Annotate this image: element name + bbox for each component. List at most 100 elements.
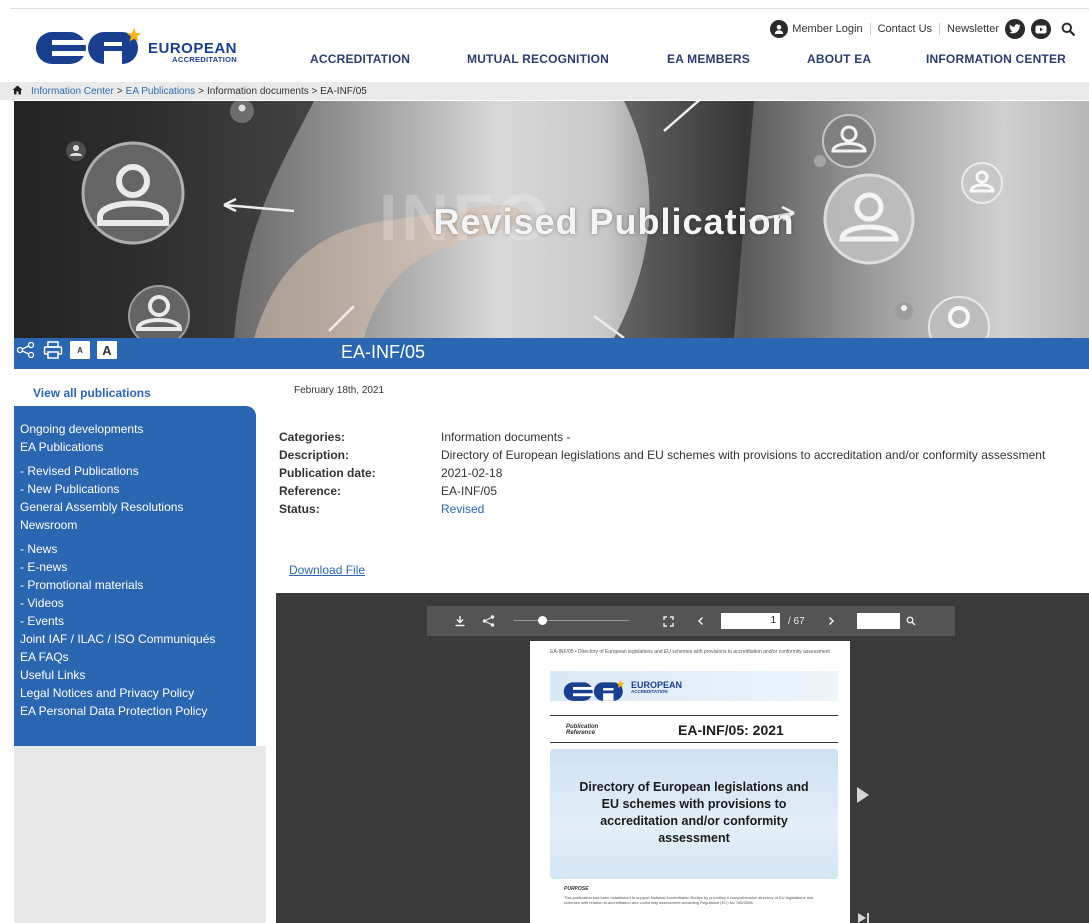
pdf-reference-label: Publication Reference	[566, 724, 599, 736]
utility-separator	[869, 23, 871, 35]
sidebar-item-legal-notices[interactable]: Legal Notices and Privacy Policy	[20, 684, 256, 702]
sidebar-item-ea-publications[interactable]: EA Publications	[20, 438, 256, 456]
download-icon[interactable]	[454, 606, 466, 636]
title-bar	[14, 338, 1089, 369]
sidebar-item-data-protection-policy[interactable]: EA Personal Data Protection Policy	[20, 702, 256, 720]
pdf-reference-row: Publication Reference EA-INF/05: 2021	[550, 715, 838, 743]
newsletter-link[interactable]: Newsletter	[947, 23, 999, 35]
sidebar-item-promotional-materials[interactable]: - Promotional materials	[20, 576, 256, 594]
total-pages: / 67	[788, 615, 805, 627]
nav-accreditation[interactable]: ACCREDITATION	[310, 52, 410, 66]
top-divider	[10, 8, 1089, 9]
logo-line2: ACCREDITATION	[172, 54, 238, 64]
search-icon[interactable]	[906, 606, 916, 636]
pdf-reference-value: EA-INF/05: 2021	[678, 722, 784, 738]
pdf-ea-logo-mark	[563, 680, 625, 701]
pdf-page: EA-INF/05 • Directory of European legisl…	[530, 641, 850, 923]
meta-value-categories: Information documents -	[441, 430, 571, 444]
meta-label: Status:	[279, 502, 320, 516]
pdf-document-title: Directory of European legislations and E…	[579, 780, 809, 845]
sidebar-item-revised-publications[interactable]: - Revised Publications	[20, 462, 256, 480]
pdf-logo-line2: ACCREDITATION	[631, 689, 668, 694]
breadcrumb-separator: >	[116, 85, 123, 97]
breadcrumb-ea-publications[interactable]: EA Publications	[126, 86, 196, 97]
meta-row-reference: Reference: EA-INF/05	[279, 482, 1061, 500]
font-increase-button[interactable]: A	[97, 341, 117, 359]
meta-value-description: Directory of European legislations and E…	[441, 448, 1046, 462]
zoom-slider-thumb[interactable]	[538, 616, 547, 625]
next-page-icon[interactable]	[828, 606, 835, 636]
breadcrumb: Information Center > EA Publications > I…	[0, 82, 1089, 100]
meta-row-categories: Categories: Information documents -	[279, 428, 1061, 446]
meta-row-description: Description: Directory of European legis…	[279, 446, 1061, 464]
pdf-purpose-text: This publication has been established to…	[564, 895, 814, 905]
sidebar-item-general-assembly-resolutions[interactable]: General Assembly Resolutions	[20, 498, 256, 516]
print-icon[interactable]	[43, 341, 63, 359]
nav-information-center[interactable]: INFORMATION CENTER	[926, 52, 1066, 66]
pdf-logo-wordmark: EUROPEAN ACCREDITATION	[631, 681, 682, 695]
sidebar-footer-area	[14, 746, 266, 923]
meta-label: Publication date:	[279, 466, 376, 480]
contact-us-link[interactable]: Contact Us	[878, 23, 932, 35]
hero-title: Revised Publication	[433, 201, 795, 242]
member-login-link[interactable]: Member Login	[792, 23, 862, 35]
breadcrumb-separator: >	[198, 85, 205, 97]
user-icon[interactable]	[770, 20, 789, 38]
sidebar-item-events[interactable]: - Events	[20, 612, 256, 630]
font-decrease-button[interactable]: A	[70, 341, 90, 359]
sidebar-item-news[interactable]: - News	[20, 540, 256, 558]
ea-logo-wordmark: EUROPEAN ACCREDITATION	[148, 41, 237, 64]
meta-label: Description:	[279, 448, 350, 462]
nav-mutual-recognition[interactable]: MUTUAL RECOGNITION	[467, 52, 609, 66]
sidebar-item-ea-faqs[interactable]: EA FAQs	[20, 648, 256, 666]
prev-page-icon[interactable]	[697, 606, 704, 636]
last-page-arrow-icon[interactable]	[857, 911, 871, 923]
page-tools: A A	[16, 341, 117, 359]
meta-value-status[interactable]: Revised	[441, 500, 1061, 518]
utility-bar: Member Login Contact Us Newsletter	[770, 19, 1075, 39]
publication-date-line: February 18th, 2021	[294, 385, 385, 396]
youtube-icon[interactable]	[1031, 19, 1051, 39]
share-icon[interactable]	[16, 341, 36, 359]
sidebar-item-useful-links[interactable]: Useful Links	[20, 666, 256, 684]
twitter-icon[interactable]	[1005, 19, 1025, 39]
breadcrumb-information-center[interactable]: Information Center	[31, 86, 114, 97]
share-icon[interactable]	[482, 606, 495, 636]
page-title: EA-INF/05	[341, 342, 426, 362]
pdf-search-input[interactable]	[857, 613, 900, 629]
breadcrumb-current: Information documents > EA-INF/05	[207, 85, 367, 97]
pdf-viewer-toolbar: 1 / 67	[427, 606, 955, 636]
meta-value-reference: EA-INF/05	[441, 484, 498, 498]
meta-row-status: Status: Revised	[279, 500, 1061, 518]
sidebar-item-newsroom[interactable]: Newsroom	[20, 516, 256, 534]
pdf-purpose-label: PURPOSE	[564, 886, 589, 892]
meta-label: Reference:	[279, 484, 342, 498]
nav-about-ea[interactable]: ABOUT EA	[807, 52, 871, 66]
nav-ea-members[interactable]: EA MEMBERS	[667, 52, 750, 66]
sidebar-item-new-publications[interactable]: - New Publications	[20, 480, 256, 498]
utility-separator	[939, 23, 941, 35]
fullscreen-icon[interactable]	[663, 606, 674, 636]
page-number-input[interactable]: 1	[721, 613, 780, 629]
next-page-arrow-icon[interactable]	[856, 786, 870, 809]
ea-logo-mark	[36, 28, 144, 66]
meta-row-publication-date: Publication date: 2021-02-18	[279, 464, 1061, 482]
pdf-running-header: EA-INF/05 • Directory of European legisl…	[550, 649, 830, 655]
sidebar-item-ongoing-developments[interactable]: Ongoing developments	[20, 420, 256, 438]
pdf-title-box: Directory of European legislations and E…	[550, 749, 838, 879]
download-file-link[interactable]: Download File	[289, 563, 365, 577]
zoom-slider-track[interactable]	[514, 620, 629, 621]
sidebar-item-e-news[interactable]: - E-news	[20, 558, 256, 576]
pdf-viewer: 1 / 67 EA-INF/05 • Directory of European…	[276, 593, 1089, 923]
sidebar-item-videos[interactable]: - Videos	[20, 594, 256, 612]
sidebar-menu: Ongoing developments EA Publications - R…	[14, 406, 256, 746]
hero-banner: INFO Revised Publication	[14, 101, 1089, 338]
logo-line1: EUROPEAN	[148, 39, 238, 57]
meta-label: Categories:	[279, 430, 346, 444]
home-icon[interactable]	[12, 85, 23, 98]
sidebar-item-joint-communiques[interactable]: Joint IAF / ILAC / ISO Communiqués	[20, 630, 256, 648]
view-all-publications-link[interactable]: View all publications	[33, 386, 151, 400]
ea-logo[interactable]: EUROPEAN ACCREDITATION	[36, 28, 237, 66]
search-icon[interactable]	[1061, 22, 1075, 36]
publication-metadata: Categories: Information documents - Desc…	[279, 428, 1061, 518]
